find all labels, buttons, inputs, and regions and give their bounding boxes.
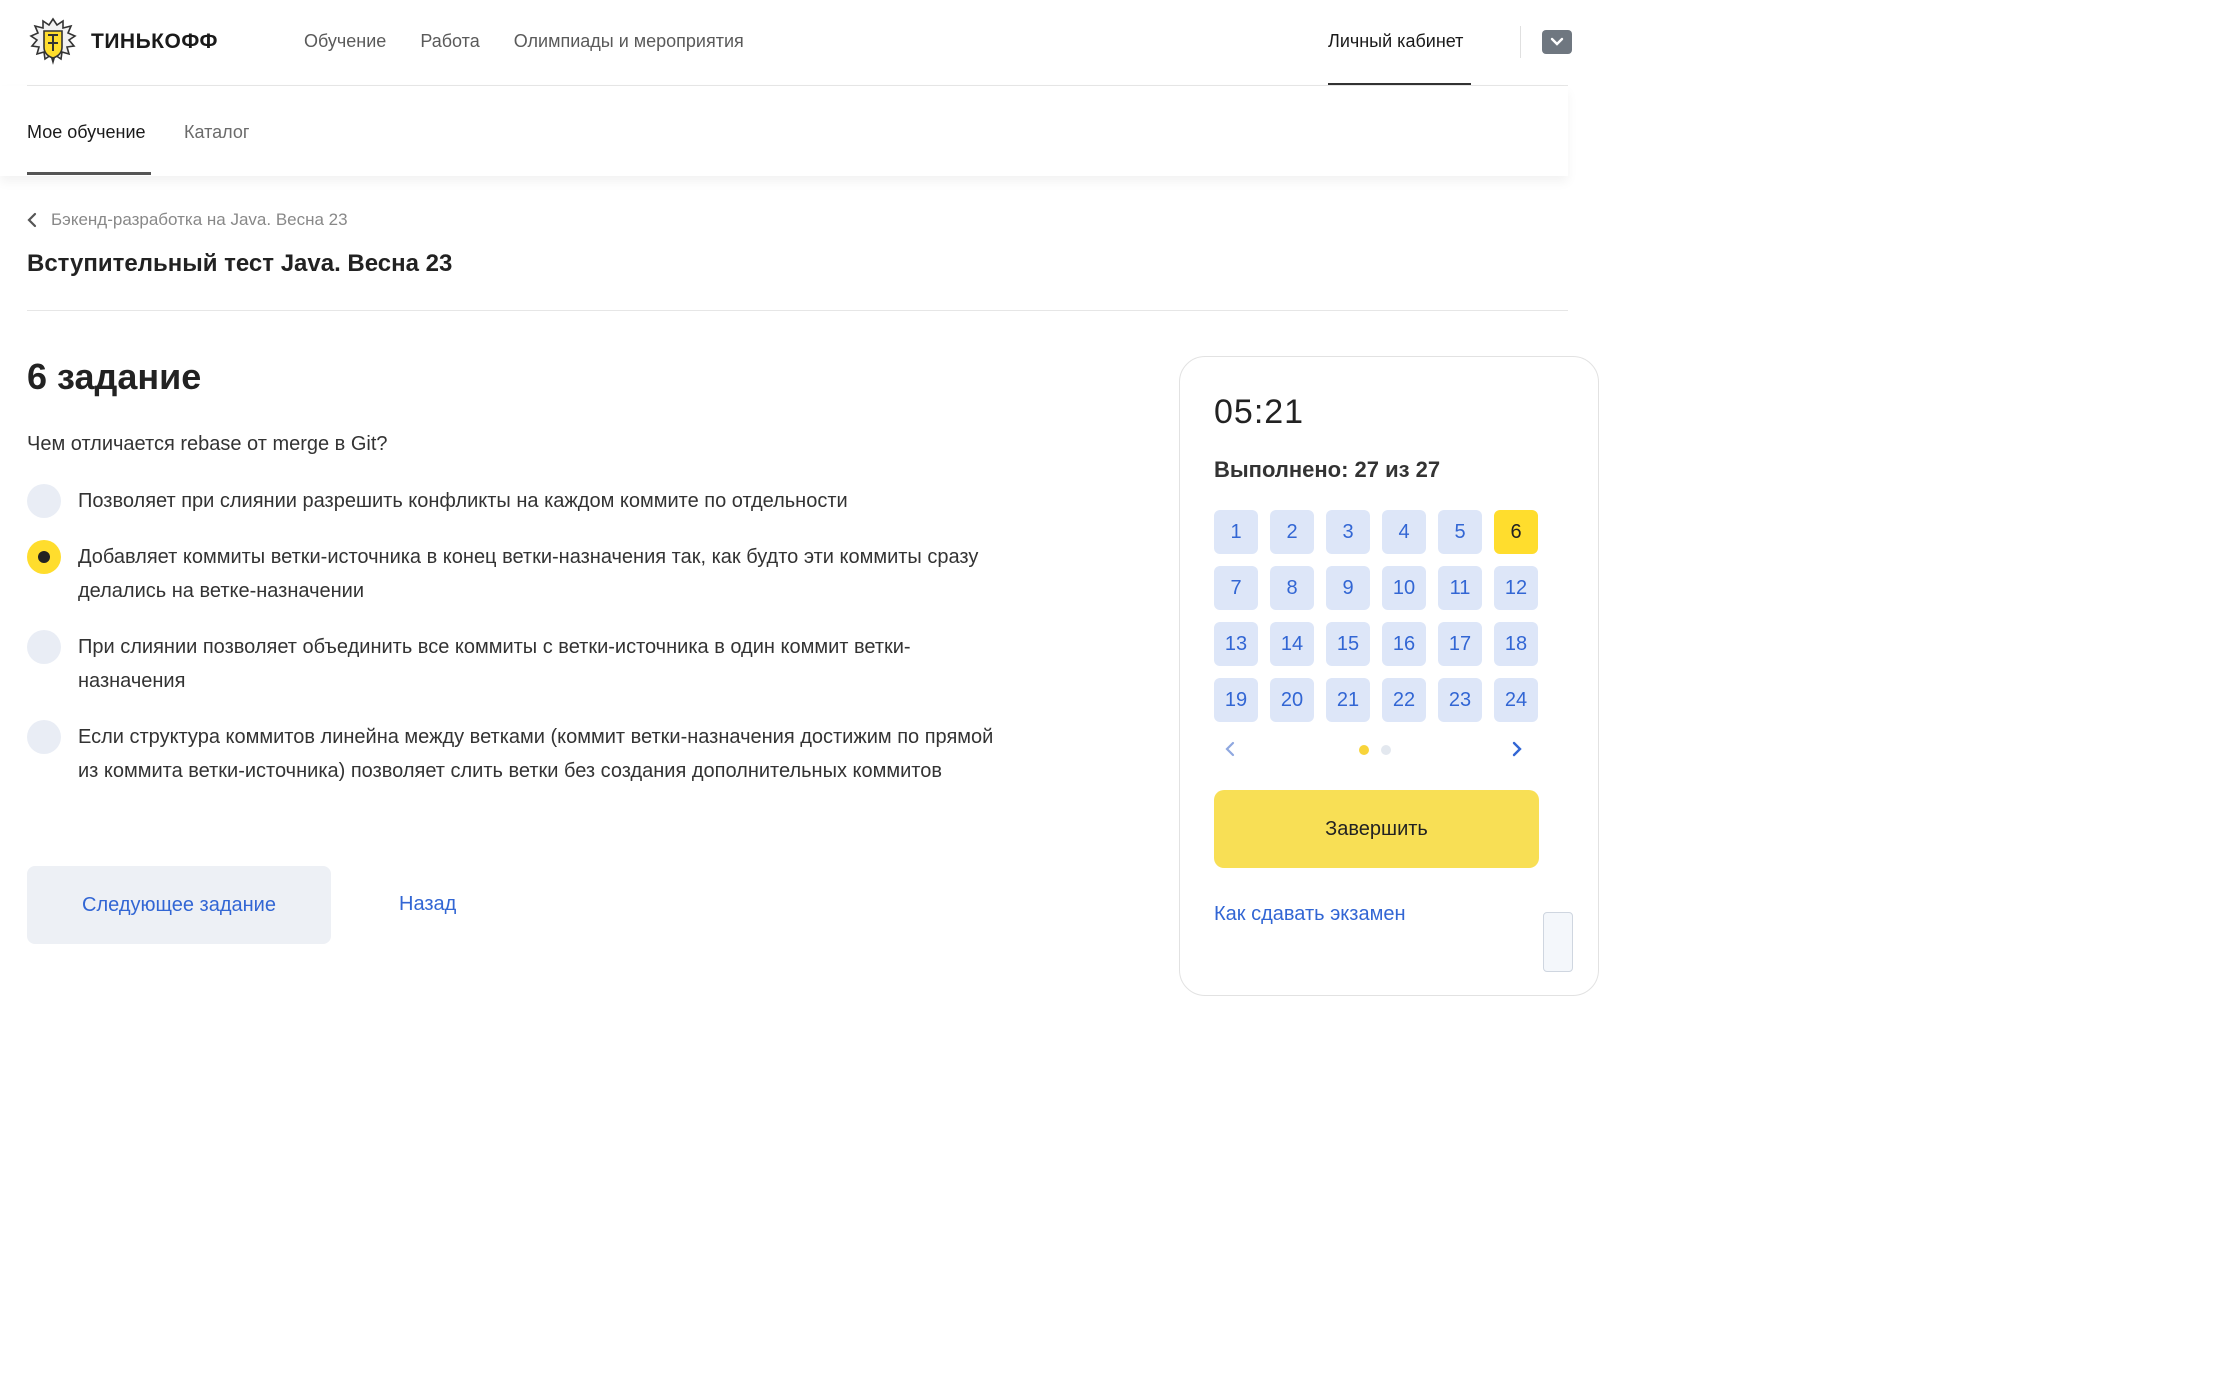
breadcrumb-course-link[interactable]: Бэкенд-разработка на Java. Весна 23	[51, 210, 348, 230]
task-number-button[interactable]: 19	[1214, 678, 1258, 722]
nav-item-olympiads[interactable]: Олимпиады и мероприятия	[514, 30, 744, 52]
task-number-button[interactable]: 14	[1270, 622, 1314, 666]
tab-my-learning[interactable]: Мое обучение	[27, 121, 146, 143]
main-nav: Обучение Работа Олимпиады и мероприятия	[304, 30, 778, 52]
back-link[interactable]: Назад	[399, 893, 456, 916]
answer-option[interactable]: Добавляет коммиты ветки-источника в коне…	[27, 540, 997, 608]
task-number-button[interactable]: 20	[1270, 678, 1314, 722]
answer-option[interactable]: Позволяет при слиянии разрешить конфликт…	[27, 484, 997, 518]
task-number-button[interactable]: 1	[1214, 510, 1258, 554]
radio-button-selected[interactable]	[27, 540, 61, 574]
nav-item-learning[interactable]: Обучение	[304, 30, 386, 52]
task-number-button[interactable]: 18	[1494, 622, 1538, 666]
radio-dot-icon	[38, 551, 50, 563]
task-number-button[interactable]: 17	[1438, 622, 1482, 666]
answer-option-text: Если структура коммитов линейна между ве…	[78, 726, 994, 782]
chevron-left-icon	[27, 210, 43, 230]
task-number-button[interactable]: 7	[1214, 566, 1258, 610]
radio-button[interactable]	[27, 484, 61, 518]
floating-widget[interactable]	[1543, 912, 1573, 972]
answer-option-text: Добавляет коммиты ветки-источника в коне…	[78, 546, 979, 602]
brand-name: ТИНЬКОФФ	[91, 30, 218, 53]
timer: 05:21	[1214, 393, 1305, 431]
finish-button[interactable]: Завершить	[1214, 790, 1539, 868]
chevron-down-icon	[1550, 37, 1564, 46]
grid-pager	[1214, 737, 1539, 761]
task-number-button[interactable]: 5	[1438, 510, 1482, 554]
task-number-button[interactable]: 12	[1494, 566, 1538, 610]
task-number-button[interactable]: 13	[1214, 622, 1258, 666]
task-number-button[interactable]: 4	[1382, 510, 1426, 554]
task-number-button[interactable]: 21	[1326, 678, 1370, 722]
breadcrumb[interactable]: Бэкенд-разработка на Java. Весна 23	[27, 210, 348, 230]
header-divider	[1520, 26, 1521, 58]
task-number-button[interactable]: 9	[1326, 566, 1370, 610]
active-tab-indicator	[27, 172, 151, 175]
how-to-pass-link[interactable]: Как сдавать экзамен	[1214, 903, 1405, 926]
radio-button[interactable]	[27, 720, 61, 754]
task-number-button[interactable]: 22	[1382, 678, 1426, 722]
progress-text: Выполнено: 27 из 27	[1214, 457, 1441, 482]
tinkoff-logo[interactable]: ТИНЬКОФФ	[27, 17, 218, 67]
sub-nav: Мое обучение Каталог	[0, 86, 1568, 176]
task-number-button[interactable]: 11	[1438, 566, 1482, 610]
page-dot[interactable]	[1381, 745, 1391, 755]
task-number-grid: 1 2 3 4 5 6 7 8 9 10 11 12 13 14 15 16 1…	[1214, 510, 1538, 722]
task-number-button[interactable]: 3	[1326, 510, 1370, 554]
account-menu-button[interactable]	[1542, 30, 1572, 54]
chevron-right-icon[interactable]	[1507, 739, 1527, 759]
task-number-button[interactable]: 16	[1382, 622, 1426, 666]
answer-option[interactable]: При слиянии позволяет объединить все ком…	[27, 630, 997, 698]
answer-option-text: Позволяет при слиянии разрешить конфликт…	[78, 490, 848, 512]
task-title: 6 задание	[27, 356, 202, 397]
top-header: ТИНЬКОФФ Обучение Работа Олимпиады и мер…	[0, 0, 1572, 86]
task-number-button-current[interactable]: 6	[1494, 510, 1538, 554]
answer-options: Позволяет при слиянии разрешить конфликт…	[27, 484, 997, 810]
chevron-left-icon[interactable]	[1220, 739, 1240, 759]
page-indicator	[1359, 745, 1403, 755]
page-dot-active[interactable]	[1359, 745, 1369, 755]
nav-item-work[interactable]: Работа	[420, 30, 479, 52]
exam-panel: 05:21 Выполнено: 27 из 27 1 2 3 4 5 6 7 …	[1179, 356, 1599, 996]
tab-catalog[interactable]: Каталог	[184, 121, 249, 143]
task-number-button[interactable]: 15	[1326, 622, 1370, 666]
question-text: Чем отличается rebase от merge в Git?	[27, 433, 388, 455]
task-number-button[interactable]: 23	[1438, 678, 1482, 722]
personal-cabinet-link[interactable]: Личный кабинет	[1328, 30, 1463, 52]
next-task-button[interactable]: Следующее задание	[27, 866, 331, 944]
page-title: Вступительный тест Java. Весна 23	[27, 250, 453, 277]
task-number-button[interactable]: 24	[1494, 678, 1538, 722]
answer-option[interactable]: Если структура коммитов линейна между ве…	[27, 720, 997, 788]
task-number-button[interactable]: 2	[1270, 510, 1314, 554]
task-number-button[interactable]: 10	[1382, 566, 1426, 610]
coat-of-arms-icon	[29, 17, 77, 65]
title-divider	[27, 310, 1568, 311]
radio-button[interactable]	[27, 630, 61, 664]
task-number-button[interactable]: 8	[1270, 566, 1314, 610]
answer-option-text: При слиянии позволяет объединить все ком…	[78, 636, 911, 692]
